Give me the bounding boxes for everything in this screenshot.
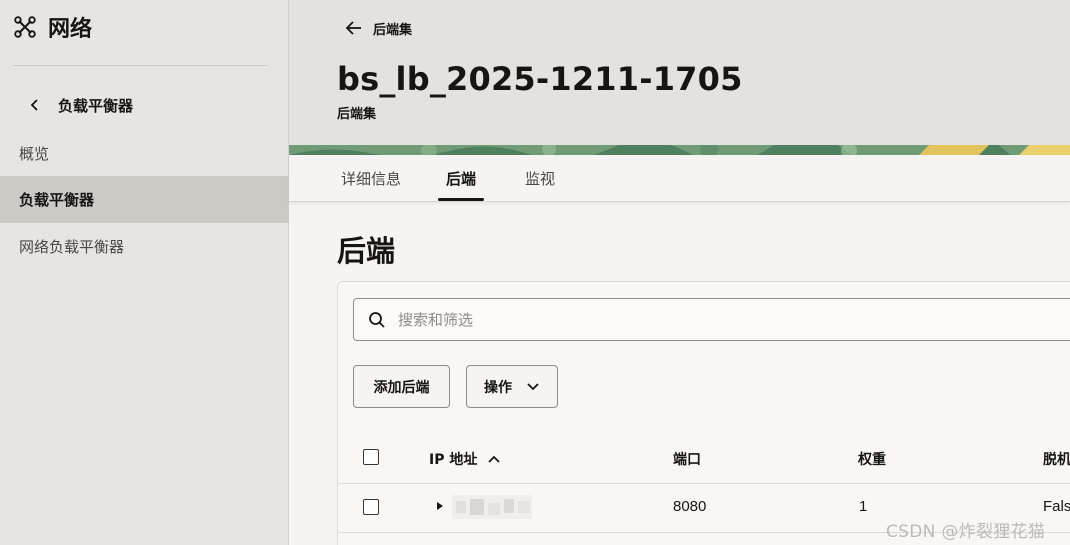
sidebar-back-link[interactable]: 负载平衡器 bbox=[28, 92, 133, 118]
sidebar-back-label: 负载平衡器 bbox=[58, 96, 134, 115]
add-backend-button[interactable]: 添加后端 bbox=[353, 365, 450, 408]
cell-offline: Fals bbox=[1043, 498, 1070, 515]
column-header-weight[interactable]: 权重 bbox=[858, 449, 886, 469]
add-backend-button-label: 添加后端 bbox=[373, 379, 430, 396]
actions-menu-button[interactable]: 操作 bbox=[466, 365, 558, 408]
page-subtitle: 后端集 bbox=[337, 107, 377, 122]
search-input[interactable] bbox=[398, 310, 998, 329]
cell-port: 8080 bbox=[673, 498, 707, 515]
actions-button-label: 操作 bbox=[484, 379, 512, 396]
sidebar-item-network-load-balancers[interactable]: 网络负载平衡器 bbox=[0, 223, 289, 270]
arrow-left-icon bbox=[345, 21, 361, 35]
sidebar-item-load-balancers[interactable]: 负载平衡器 bbox=[0, 176, 289, 223]
back-to-backend-sets-link[interactable]: 后端集 bbox=[345, 16, 412, 40]
page-title: bs_lb_2025-1211-1705 bbox=[337, 60, 743, 98]
sidebar-item-overview[interactable]: 概览 bbox=[0, 130, 289, 177]
column-header-port[interactable]: 端口 bbox=[673, 449, 701, 469]
tab-monitoring[interactable]: 监视 bbox=[525, 155, 555, 201]
ip-address-redacted bbox=[452, 495, 532, 519]
decorative-banner bbox=[289, 145, 1070, 155]
cell-weight: 1 bbox=[859, 498, 868, 515]
page-header: 后端集 bs_lb_2025-1211-1705 后端集 bbox=[289, 0, 1070, 147]
caret-right-icon[interactable] bbox=[436, 501, 444, 511]
search-field[interactable] bbox=[353, 298, 1070, 341]
column-header-ip-address[interactable]: IP 地址 bbox=[429, 449, 501, 469]
column-label-ip: IP 地址 bbox=[429, 452, 478, 468]
tab-bar: 详细信息 后端 监视 bbox=[289, 155, 1070, 202]
back-link-label: 后端集 bbox=[373, 22, 413, 38]
chevron-left-icon bbox=[30, 99, 38, 111]
row-select-checkbox[interactable] bbox=[363, 499, 379, 515]
tab-backends[interactable]: 后端 bbox=[437, 155, 485, 201]
sort-ascending-icon[interactable] bbox=[487, 454, 501, 464]
search-icon bbox=[369, 311, 385, 328]
watermark: CSDN @炸裂狸花猫 bbox=[886, 522, 1046, 542]
chevron-down-icon bbox=[527, 382, 539, 390]
network-icon bbox=[14, 16, 36, 38]
section-title: 后端 bbox=[337, 234, 396, 268]
select-all-checkbox[interactable] bbox=[363, 449, 379, 465]
sidebar-divider bbox=[13, 65, 268, 66]
tab-details[interactable]: 详细信息 bbox=[341, 155, 401, 201]
sidebar-title: 网络 bbox=[48, 17, 93, 42]
table-header-divider bbox=[338, 483, 1070, 484]
sidebar-header: 网络 bbox=[14, 12, 92, 42]
sidebar: 网络 负载平衡器 概览 负载平衡器 网络负载平衡器 bbox=[0, 0, 289, 545]
column-header-offline[interactable]: 脱机 bbox=[1043, 449, 1070, 469]
